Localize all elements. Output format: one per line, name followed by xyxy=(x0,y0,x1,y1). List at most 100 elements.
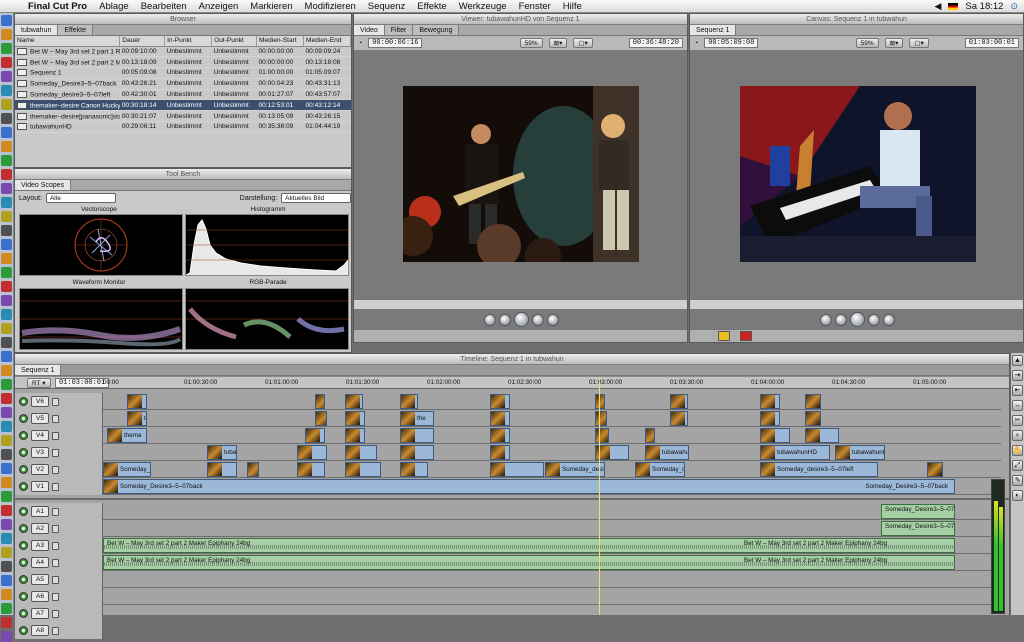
viewer-play-icon[interactable] xyxy=(514,312,529,327)
dock-app-icon[interactable] xyxy=(1,113,12,124)
video-clip[interactable] xyxy=(127,394,147,409)
dock-app-icon[interactable] xyxy=(1,477,12,488)
canvas-play-icon[interactable] xyxy=(850,312,865,327)
dock-app-icon[interactable] xyxy=(1,71,12,82)
video-clip[interactable]: Someday_desire3–5–07left xyxy=(103,462,151,477)
menu-sequenz[interactable]: Sequenz xyxy=(362,1,412,12)
track-label[interactable]: V2 xyxy=(31,464,49,475)
video-clip[interactable] xyxy=(315,394,325,409)
dock-app-icon[interactable] xyxy=(1,337,12,348)
speaker-icon[interactable]: ◀ xyxy=(934,1,941,12)
video-clip[interactable]: tubawahunHD xyxy=(835,445,885,460)
canvas-zoom-popup[interactable]: 59% xyxy=(855,38,879,48)
track-lock-icon[interactable] xyxy=(52,609,59,618)
track-visibility-icon[interactable] xyxy=(19,448,28,457)
col-name[interactable]: Name xyxy=(15,36,121,47)
audio-track-a2[interactable]: A2 Someday_Desire3–5–07bac xyxy=(15,520,1001,537)
dock-app-icon[interactable] xyxy=(1,281,12,292)
viewer-current-tc[interactable]: 00:36:48:20 xyxy=(628,38,683,48)
video-clip[interactable] xyxy=(490,394,510,409)
video-clip[interactable]: thema xyxy=(107,428,147,443)
video-track-v6[interactable]: V6 xyxy=(15,393,1001,410)
video-clip[interactable]: tubawahunHD xyxy=(645,445,689,460)
dock-app-icon[interactable] xyxy=(1,575,12,586)
track-lock-icon[interactable] xyxy=(52,397,59,406)
video-clip[interactable]: the xyxy=(400,411,434,426)
video-clip[interactable] xyxy=(805,394,821,409)
dock-app-icon[interactable] xyxy=(1,463,12,474)
track-audible-icon[interactable] xyxy=(19,575,28,584)
dock-app-icon[interactable] xyxy=(1,617,12,628)
canvas-next-edit-icon[interactable] xyxy=(883,313,895,326)
audio-clip[interactable]: Bet W – May 3rd set 2 part 2 Maker Epiph… xyxy=(103,538,955,553)
video-clip[interactable] xyxy=(247,462,259,477)
video-clip[interactable] xyxy=(760,394,780,409)
track-lock-icon[interactable] xyxy=(52,414,59,423)
video-clip[interactable] xyxy=(305,428,325,443)
browser-row[interactable]: Someday_desire3–5–07left 00:42:30:01 Unbes… xyxy=(15,89,351,101)
video-clip[interactable] xyxy=(345,394,363,409)
video-track-v1[interactable]: V1 Someday_Desire3–5–07back Someday_Desire… xyxy=(15,478,1001,495)
tab-filter[interactable]: Filter xyxy=(384,25,414,35)
track-lock-icon[interactable] xyxy=(52,507,59,516)
dock-app-icon[interactable] xyxy=(1,435,12,446)
viewer-display-popup-icon[interactable]: ▢▾ xyxy=(573,38,593,48)
viewer-play-inout-icon[interactable] xyxy=(499,313,511,326)
menu-ablage[interactable]: Ablage xyxy=(93,1,135,12)
track-label[interactable]: A8 xyxy=(31,625,49,636)
tab-timeline-sequenz-1[interactable]: Sequenz 1 xyxy=(15,365,62,375)
track-visibility-icon[interactable] xyxy=(19,465,28,474)
canvas-play-around-icon[interactable] xyxy=(868,313,880,326)
video-clip[interactable] xyxy=(595,411,607,426)
track-label[interactable]: A4 xyxy=(31,557,49,568)
dock-app-icon[interactable] xyxy=(1,603,12,614)
dock-app-icon[interactable] xyxy=(1,211,12,222)
browser-row[interactable]: Sequenz 1 00:05:09:08 Unbestimmt Unbestimmt… xyxy=(15,67,351,79)
video-clip[interactable] xyxy=(400,394,418,409)
viewer-zoom-popup[interactable]: 59% xyxy=(519,38,543,48)
track-lock-icon[interactable] xyxy=(52,575,59,584)
tool-icon[interactable]: ◐ xyxy=(1012,490,1023,501)
browser-row[interactable]: Bet W – May 3rd set 2 part 2 Maker00:13:… xyxy=(15,56,351,69)
track-label[interactable]: A1 xyxy=(31,506,49,517)
dock-app-icon[interactable] xyxy=(1,127,12,138)
video-track-v5[interactable]: V5 the the xyxy=(15,410,1001,427)
video-clip-v1-main[interactable]: Someday_Desire3–5–07back Someday_Desire3–… xyxy=(103,479,955,494)
audio-track-a4[interactable]: A4 Bet W – May 3rd set 2 part 2 Maker Epi… xyxy=(15,554,1001,571)
audio-track-a5[interactable]: A5 xyxy=(15,571,1001,588)
track-lock-icon[interactable] xyxy=(52,465,59,474)
track-lock-icon[interactable] xyxy=(52,592,59,601)
dock-app-icon[interactable] xyxy=(1,29,12,40)
tool-icon[interactable]: ⇥ xyxy=(1012,370,1023,381)
dock-app-icon[interactable] xyxy=(1,85,12,96)
layout-select[interactable]: Alle xyxy=(45,193,116,203)
tab-tubwahun[interactable]: tubwahun xyxy=(15,25,59,35)
video-clip[interactable] xyxy=(595,445,629,460)
audio-track-a7[interactable]: A7 xyxy=(15,605,1001,622)
tool-icon[interactable]: ✎ xyxy=(1012,475,1023,486)
canvas-duration-tc[interactable]: 00:05:09:08 xyxy=(704,38,759,48)
dock-app-icon[interactable] xyxy=(1,169,12,180)
video-clip[interactable] xyxy=(927,462,943,477)
menu-app-name[interactable]: Final Cut Pro xyxy=(22,1,93,12)
tool-icon[interactable]: ✂ xyxy=(1012,415,1023,426)
dock-app-icon[interactable] xyxy=(1,365,12,376)
canvas-video-frame[interactable] xyxy=(740,86,976,262)
dock-app-icon[interactable] xyxy=(1,141,12,152)
video-clip[interactable] xyxy=(400,428,434,443)
audio-track-a3[interactable]: A3 Bet W – May 3rd set 2 part 2 Maker Epi… xyxy=(15,537,1001,554)
video-clip[interactable] xyxy=(490,445,510,460)
dock-app-icon[interactable] xyxy=(1,99,12,110)
dock-app-icon[interactable] xyxy=(1,379,12,390)
viewer-duration-tc[interactable]: 00:00:06:16 xyxy=(368,38,423,48)
dock-app-icon[interactable] xyxy=(1,407,12,418)
audio-track-a6[interactable]: A6 xyxy=(15,588,1001,605)
canvas-play-inout-icon[interactable] xyxy=(835,313,847,326)
track-visibility-icon[interactable] xyxy=(19,431,28,440)
dock-app-icon[interactable] xyxy=(1,15,12,26)
track-audible-icon[interactable] xyxy=(19,558,28,567)
dock-app-icon[interactable] xyxy=(1,295,12,306)
video-clip[interactable] xyxy=(670,411,688,426)
track-lock-icon[interactable] xyxy=(52,626,59,635)
tool-icon[interactable]: ⤢ xyxy=(1012,460,1023,471)
